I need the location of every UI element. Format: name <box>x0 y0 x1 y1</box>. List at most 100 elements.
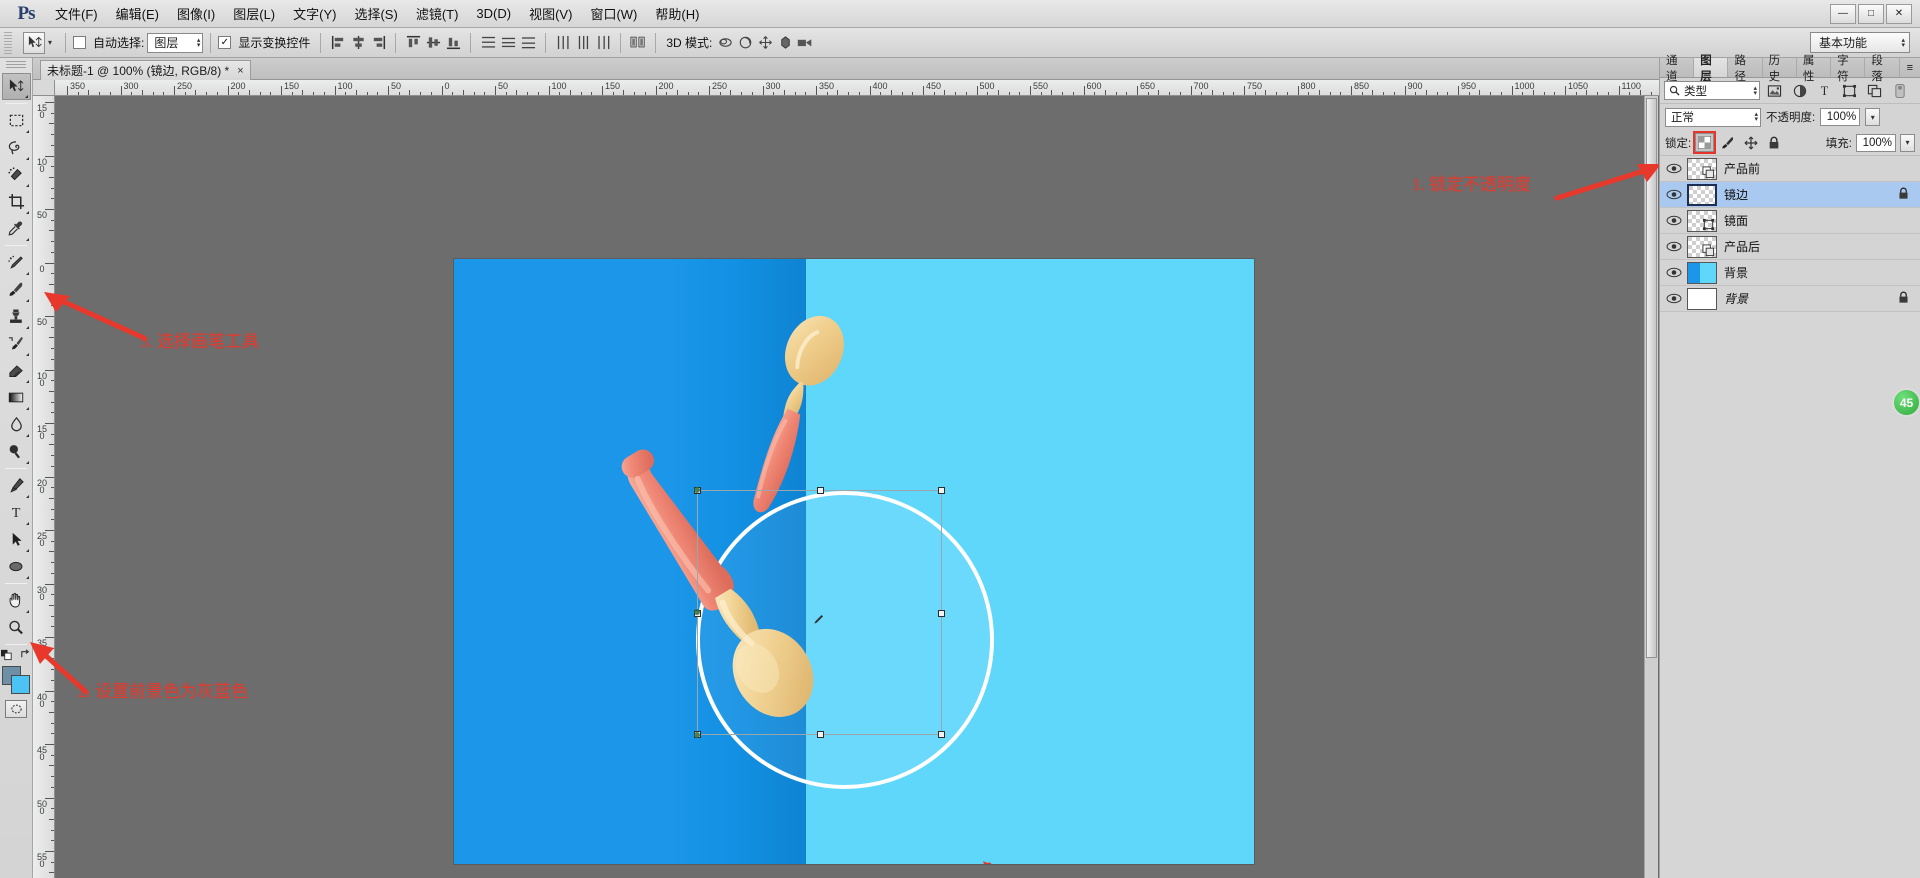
layer-thumbnail-1[interactable] <box>1687 183 1717 206</box>
layer-visibility-toggle-1[interactable] <box>1660 182 1687 207</box>
auto-align-layers-button[interactable] <box>628 33 648 53</box>
3d-pan-icon[interactable] <box>755 33 775 53</box>
layer-visibility-toggle-4[interactable] <box>1660 260 1687 285</box>
horizontal-type-tool[interactable]: T <box>2 499 31 526</box>
filter-toggle-icon[interactable] <box>1889 81 1910 101</box>
3d-roll-icon[interactable] <box>735 33 755 53</box>
tab-layers[interactable]: 图层 <box>1694 55 1729 83</box>
panel-menu-icon[interactable]: ≡ <box>1900 58 1920 77</box>
layer-filter-kind-dropdown[interactable]: 类型 ▴ ▾ <box>1664 81 1760 100</box>
tab-paragraph[interactable]: 段落 <box>1865 55 1900 83</box>
distribute-top-edges-button[interactable] <box>478 33 498 53</box>
layer-row-0[interactable]: 产品前 <box>1660 156 1920 182</box>
pen-tool[interactable] <box>2 472 31 499</box>
path-selection-tool[interactable] <box>2 526 31 553</box>
active-tool-preset[interactable]: ▾ <box>17 31 58 54</box>
show-transform-checkbox[interactable]: ✓ <box>218 36 232 49</box>
layer-thumbnail-5[interactable] <box>1687 287 1717 310</box>
layer-thumbnail-0[interactable] <box>1687 157 1717 180</box>
transform-handle-mr[interactable] <box>938 610 945 617</box>
quick-selection-tool[interactable] <box>2 161 31 188</box>
tab-paths[interactable]: 路径 <box>1728 55 1763 83</box>
blur-tool[interactable] <box>2 411 31 438</box>
layer-visibility-toggle-2[interactable] <box>1660 208 1687 233</box>
rectangular-marquee-tool[interactable] <box>2 107 31 134</box>
align-bottom-edges-button[interactable] <box>443 33 463 53</box>
hand-tool[interactable] <box>2 587 31 614</box>
artboard[interactable]: 4. 加上暗部 <box>454 259 1254 864</box>
menu-window[interactable]: 窗口(W) <box>581 0 646 27</box>
distribute-left-edges-button[interactable] <box>553 33 573 53</box>
filter-adjustment-layers-icon[interactable] <box>1789 81 1810 101</box>
lock-transparent-pixels-button[interactable] <box>1693 131 1717 154</box>
tab-properties[interactable]: 属性 <box>1797 55 1832 83</box>
transform-handle-br[interactable] <box>938 731 945 738</box>
3d-slide-icon[interactable] <box>775 33 795 53</box>
fill-value-field[interactable]: 100% <box>1856 133 1896 152</box>
clone-stamp-tool[interactable] <box>2 303 31 330</box>
3d-camera-icon[interactable] <box>795 33 815 53</box>
auto-select-target-dropdown[interactable]: 图层 ▴ ▾ <box>147 32 204 53</box>
filter-shape-layers-icon[interactable] <box>1839 81 1860 101</box>
notification-badge[interactable]: 45 <box>1892 388 1920 417</box>
minimize-button[interactable]: — <box>1830 3 1856 24</box>
layer-row-2[interactable]: 镜面 <box>1660 208 1920 234</box>
layer-name-1[interactable]: 镜边 <box>1724 186 1748 203</box>
align-top-edges-button[interactable] <box>403 33 423 53</box>
workspace-selector[interactable]: 基本功能 ▴ ▾ <box>1810 32 1910 53</box>
zoom-tool[interactable] <box>2 614 31 641</box>
menu-image[interactable]: 图像(I) <box>168 0 224 27</box>
align-left-edges-button[interactable] <box>328 33 348 53</box>
layer-row-4[interactable]: 背景 <box>1660 260 1920 286</box>
history-brush-tool[interactable] <box>2 330 31 357</box>
tab-channels[interactable]: 通道 <box>1660 55 1695 83</box>
layer-visibility-toggle-5[interactable] <box>1660 286 1687 311</box>
tab-history[interactable]: 历史 <box>1763 55 1797 83</box>
transform-handle-tr[interactable] <box>938 487 945 494</box>
canvas-vertical-scrollbar[interactable] <box>1644 96 1658 878</box>
align-horizontal-centers-button[interactable] <box>348 33 368 53</box>
eyedropper-tool[interactable] <box>2 215 31 242</box>
lock-all-button[interactable] <box>1764 133 1783 152</box>
brush-tool[interactable] <box>2 276 31 303</box>
opacity-value-field[interactable]: 100% <box>1820 108 1861 126</box>
document-tab[interactable]: 未标题-1 @ 100% (镜边, RGB/8) * × <box>40 60 251 80</box>
menu-3d[interactable]: 3D(D) <box>467 2 520 25</box>
dodge-tool[interactable] <box>2 438 31 465</box>
gradient-tool[interactable] <box>2 384 31 411</box>
menu-type[interactable]: 文字(Y) <box>284 0 345 27</box>
layer-name-0[interactable]: 产品前 <box>1724 160 1760 177</box>
blend-mode-dropdown[interactable]: 正常 ▴ ▾ <box>1665 107 1761 127</box>
layer-name-4[interactable]: 背景 <box>1724 264 1748 281</box>
filter-smart-objects-icon[interactable] <box>1864 81 1885 101</box>
transform-handle-bc[interactable] <box>817 731 824 738</box>
layer-thumbnail-4[interactable] <box>1687 261 1717 284</box>
layer-name-2[interactable]: 镜面 <box>1724 212 1748 229</box>
layer-name-5[interactable]: 背景 <box>1724 290 1748 307</box>
close-button[interactable]: ✕ <box>1886 3 1912 24</box>
spot-healing-brush-tool[interactable] <box>2 249 31 276</box>
menu-view[interactable]: 视图(V) <box>520 0 581 27</box>
horizontal-ruler[interactable]: 350 300 250 200 150 100 50 0 50 100 150 200 250 300 35… <box>55 80 1659 96</box>
layer-visibility-toggle-0[interactable] <box>1660 156 1687 181</box>
layer-row-3[interactable]: 产品后 <box>1660 234 1920 260</box>
menu-layer[interactable]: 图层(L) <box>224 0 284 27</box>
filter-type-layers-icon[interactable]: T <box>1814 81 1835 101</box>
menu-help[interactable]: 帮助(H) <box>646 0 708 27</box>
layer-thumbnail-2[interactable] <box>1687 209 1717 232</box>
tools-panel-grip[interactable] <box>6 61 26 70</box>
auto-select-checkbox[interactable] <box>73 36 87 49</box>
crop-tool[interactable] <box>2 188 31 215</box>
lock-position-button[interactable] <box>1741 133 1760 152</box>
layer-name-3[interactable]: 产品后 <box>1724 238 1760 255</box>
opacity-slider-toggle[interactable]: ▾ <box>1865 108 1881 126</box>
menu-edit[interactable]: 编辑(E) <box>107 0 168 27</box>
vertical-ruler[interactable]: 1501005005010015020025030035040045050055… <box>33 96 55 878</box>
menu-select[interactable]: 选择(S) <box>345 0 406 27</box>
distribute-right-edges-button[interactable] <box>593 33 613 53</box>
fill-slider-toggle[interactable]: ▾ <box>1900 133 1915 152</box>
move-tool[interactable] <box>1 73 31 100</box>
distribute-bottom-edges-button[interactable] <box>518 33 538 53</box>
quick-mask-toggle[interactable] <box>5 700 27 718</box>
lasso-tool[interactable] <box>2 134 31 161</box>
